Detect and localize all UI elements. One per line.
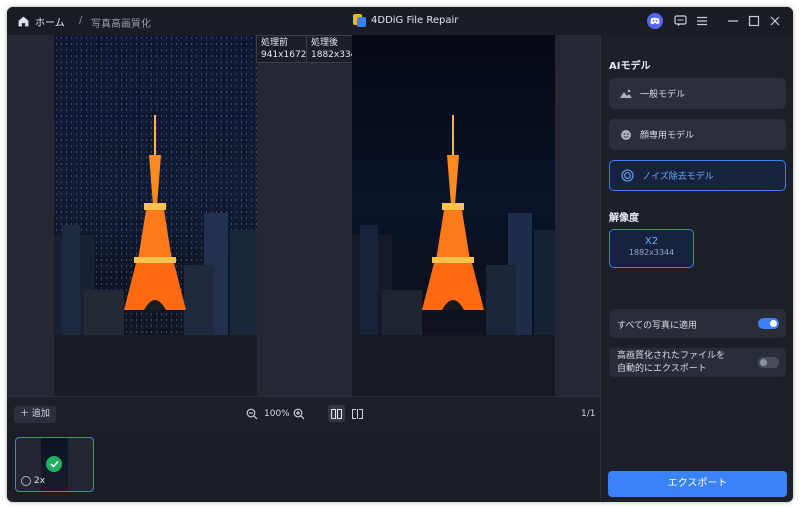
apply-all-toggle[interactable] xyxy=(758,318,779,329)
landscape-icon xyxy=(620,89,632,98)
zoom-level: 100% xyxy=(264,409,290,419)
title-bar: ホーム / 写真高画質化 4DDiG File Repair xyxy=(7,7,793,35)
preview-toolbar: ＋ 追加 100% 1/1 xyxy=(7,396,600,431)
breadcrumb-separator: / xyxy=(79,15,83,26)
app-logo-icon xyxy=(353,14,366,27)
thumbnail-scale-badge: 2x xyxy=(21,476,45,486)
apply-all-option: すべての写真に適用 xyxy=(609,309,786,338)
denoise-icon xyxy=(621,169,634,182)
auto-export-label-line2: 自動的にエクスポート xyxy=(617,364,707,374)
after-image xyxy=(352,35,555,396)
auto-export-option: 高画質化されたファイルを 自動的にエクスポート xyxy=(609,348,786,377)
face-icon xyxy=(621,129,631,140)
home-icon xyxy=(18,16,29,27)
thumbnail-item[interactable]: 2x xyxy=(15,437,94,492)
denoise-model-button[interactable]: ノイズ除去モデル xyxy=(609,160,786,191)
side-by-side-view-button[interactable] xyxy=(328,405,345,422)
face-model-button[interactable]: 顔専用モデル xyxy=(609,119,786,150)
split-view-button[interactable] xyxy=(349,405,366,422)
breadcrumb-current: 写真高画質化 xyxy=(91,19,151,30)
before-size: 941x1672 xyxy=(261,50,307,60)
app-title: 4DDiG File Repair xyxy=(353,14,458,27)
close-icon[interactable] xyxy=(767,13,783,29)
app-window: ホーム / 写真高画質化 4DDiG File Repair 処理前 941x1… xyxy=(7,7,793,502)
before-info: 処理前 941x1672 xyxy=(256,35,312,63)
discord-icon[interactable] xyxy=(647,13,663,29)
denoise-model-label: ノイズ除去モデル xyxy=(642,172,714,182)
home-link[interactable]: ホーム xyxy=(17,14,65,29)
general-model-button[interactable]: 一般モデル xyxy=(609,78,786,109)
resolution-x2-button[interactable]: X2 1882x3344 xyxy=(609,229,694,268)
side-by-side-icon xyxy=(331,408,342,419)
apply-all-label: すべての写真に適用 xyxy=(617,321,698,331)
resolution-heading: 解像度 xyxy=(609,213,639,224)
add-button[interactable]: ＋ 追加 xyxy=(14,406,56,423)
feedback-icon[interactable] xyxy=(672,13,688,29)
preview-area: 処理前 941x1672 処理後 1882x3344 xyxy=(7,35,600,396)
menu-icon[interactable] xyxy=(694,13,710,29)
minimize-icon[interactable] xyxy=(725,13,741,29)
before-label: 処理前 xyxy=(261,38,289,48)
home-label: ホーム xyxy=(35,18,65,29)
auto-export-label-line1: 高画質化されたファイルを xyxy=(617,351,726,361)
resolution-scale: X2 xyxy=(644,236,659,247)
thumbnail-scale: 2x xyxy=(34,476,46,486)
face-model-label: 顔専用モデル xyxy=(640,131,695,141)
app-title-text: 4DDiG File Repair xyxy=(371,15,459,26)
model-indicator-icon xyxy=(21,476,31,486)
split-view-icon xyxy=(352,408,363,419)
tokyo-tower xyxy=(124,115,186,310)
zoom-in-icon[interactable] xyxy=(293,408,305,420)
export-button[interactable]: エクスポート xyxy=(608,471,787,497)
auto-export-toggle[interactable] xyxy=(758,357,779,368)
tokyo-tower xyxy=(422,115,484,310)
resolution-size: 1882x3344 xyxy=(628,248,675,257)
ai-model-heading: AIモデル xyxy=(609,61,651,72)
maximize-icon[interactable] xyxy=(746,13,762,29)
settings-panel: AIモデル 一般モデル 顔専用モデル ノイズ除去モデル 解像度 X2 1882x… xyxy=(600,35,793,502)
checkmark-icon xyxy=(46,456,62,472)
zoom-out-icon[interactable] xyxy=(246,408,258,420)
before-image xyxy=(54,35,257,396)
page-indicator: 1/1 xyxy=(581,409,596,419)
general-model-label: 一般モデル xyxy=(640,90,686,100)
thumbnail-strip: 2x xyxy=(7,431,600,502)
